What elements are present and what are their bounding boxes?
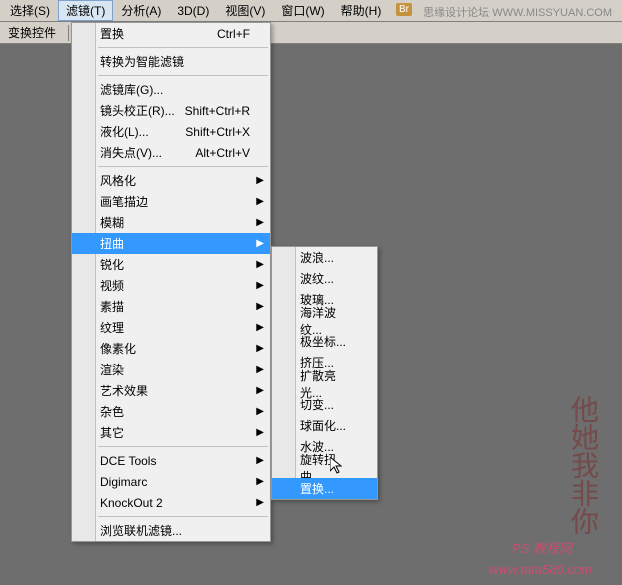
footer-text-2: www.tata580.com [489,562,592,577]
menu-select[interactable]: 选择(S) [2,0,58,21]
chevron-right-icon: ▶ [256,259,264,270]
menu-item-last-filter[interactable]: 置换 Ctrl+F [72,23,270,44]
menu-filter[interactable]: 滤镜(T) [58,0,113,21]
menu-view[interactable]: 视图(V) [217,0,273,21]
menu-item-filter-gallery[interactable]: 滤镜库(G)... [72,79,270,100]
submenu-item-ocean-ripple[interactable]: 海洋波纹... [272,310,377,331]
menu-item-digimarc[interactable]: Digimarc▶ [72,471,270,492]
shortcut-text: Ctrl+F [217,27,250,41]
chevron-right-icon: ▶ [256,238,264,249]
menu-item-sharpen[interactable]: 锐化▶ [72,254,270,275]
footer-text-1: PS 教程网 [512,538,572,557]
chevron-right-icon: ▶ [256,196,264,207]
menu-item-stylize[interactable]: 风格化▶ [72,170,270,191]
filter-menu-dropdown: 置换 Ctrl+F 转换为智能滤镜 滤镜库(G)... 镜头校正(R)...Sh… [71,22,271,542]
menu-analysis[interactable]: 分析(A) [113,0,169,21]
chevron-right-icon: ▶ [256,280,264,291]
menu-item-distort[interactable]: 扭曲▶ [72,233,270,254]
menu-separator [98,166,268,167]
distort-submenu: 波浪... 波纹... 玻璃... 海洋波纹... 极坐标... 挤压... 扩… [271,246,378,500]
watermark-url: 思缘设计论坛 WWW.MISSYUAN.COM [423,4,612,20]
submenu-item-spherize[interactable]: 球面化... [272,415,377,436]
menu-item-blur[interactable]: 模糊▶ [72,212,270,233]
chevron-right-icon: ▶ [256,364,264,375]
menu-separator [98,446,268,447]
chevron-right-icon: ▶ [256,427,264,438]
chevron-right-icon: ▶ [256,343,264,354]
menu-item-browse-online[interactable]: 浏览联机滤镜... [72,520,270,541]
transform-controls-label: 变换控件 [4,24,60,41]
menu-window[interactable]: 窗口(W) [273,0,332,21]
menu-item-pixelate[interactable]: 像素化▶ [72,338,270,359]
menu-item-noise[interactable]: 杂色▶ [72,401,270,422]
menu-item-smart-filter[interactable]: 转换为智能滤镜 [72,51,270,72]
chevron-right-icon: ▶ [256,175,264,186]
submenu-item-ripple[interactable]: 波纹... [272,268,377,289]
submenu-item-displace[interactable]: 置换... [272,478,377,499]
chevron-right-icon: ▶ [256,301,264,312]
menu-separator [98,75,268,76]
chevron-right-icon: ▶ [256,385,264,396]
menu-help[interactable]: 帮助(H) [333,0,390,21]
submenu-item-shear[interactable]: 切变... [272,394,377,415]
submenu-item-twirl[interactable]: 旋转扭曲... [272,457,377,478]
menu-item-artistic[interactable]: 艺术效果▶ [72,380,270,401]
menu-item-video[interactable]: 视频▶ [72,275,270,296]
chevron-right-icon: ▶ [256,406,264,417]
watermark-calligraphy: 他她我非你 [562,395,602,535]
chevron-right-icon: ▶ [256,455,264,466]
menu-item-other[interactable]: 其它▶ [72,422,270,443]
chevron-right-icon: ▶ [256,497,264,508]
menu-item-dce-tools[interactable]: DCE Tools▶ [72,450,270,471]
submenu-item-polar[interactable]: 极坐标... [272,331,377,352]
menu-item-vanishing-point[interactable]: 消失点(V)...Alt+Ctrl+V [72,142,270,163]
menubar: 选择(S) 滤镜(T) 分析(A) 3D(D) 视图(V) 窗口(W) 帮助(H… [0,0,622,22]
menu-item-sketch[interactable]: 素描▶ [72,296,270,317]
menu-item-lens-correction[interactable]: 镜头校正(R)...Shift+Ctrl+R [72,100,270,121]
bridge-badge[interactable]: Br [396,3,412,16]
menu-item-liquify[interactable]: 液化(L)...Shift+Ctrl+X [72,121,270,142]
menu-separator [98,47,268,48]
chevron-right-icon: ▶ [256,476,264,487]
menu-3d[interactable]: 3D(D) [169,2,217,20]
chevron-right-icon: ▶ [256,217,264,228]
menu-item-brush-strokes[interactable]: 画笔描边▶ [72,191,270,212]
chevron-right-icon: ▶ [256,322,264,333]
menu-separator [98,516,268,517]
menu-item-knockout[interactable]: KnockOut 2▶ [72,492,270,513]
submenu-item-diffuse-glow[interactable]: 扩散亮光... [272,373,377,394]
menu-item-texture[interactable]: 纹理▶ [72,317,270,338]
menu-item-render[interactable]: 渲染▶ [72,359,270,380]
submenu-item-wave[interactable]: 波浪... [272,247,377,268]
separator [68,25,69,41]
